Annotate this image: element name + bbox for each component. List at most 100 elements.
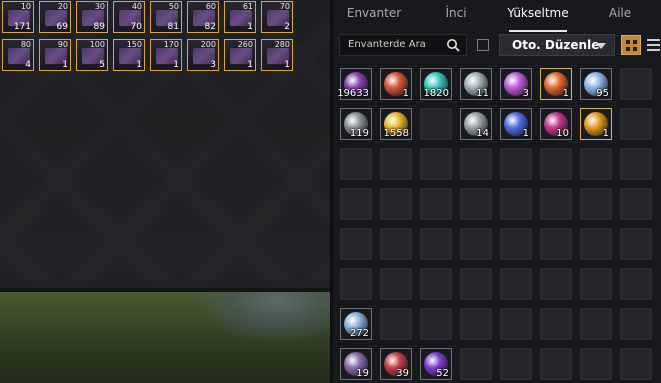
inventory-slot-empty[interactable]	[620, 268, 652, 300]
slot-count: 1	[62, 60, 68, 70]
inventory-slot-empty[interactable]	[420, 268, 452, 300]
inventory-slot-empty[interactable]	[420, 188, 452, 220]
inventory-slot-filled[interactable]: 14	[460, 108, 492, 140]
inventory-slot-filled[interactable]: 272	[340, 308, 372, 340]
inventory-slot-filled[interactable]: 1	[380, 68, 412, 100]
inventory-slot-filled[interactable]: 19	[340, 348, 372, 380]
list-view-button[interactable]	[644, 35, 661, 55]
equipment-slot[interactable]: 30 89	[76, 1, 108, 33]
equipment-slot[interactable]: 70 2	[261, 1, 293, 33]
equipment-slot[interactable]: 170 1	[150, 39, 182, 71]
inventory-slot-empty[interactable]	[340, 228, 372, 260]
tab-inci[interactable]: İnci	[415, 0, 497, 30]
equipment-slot[interactable]: 150 1	[113, 39, 145, 71]
inventory-slot-filled[interactable]: 1820	[420, 68, 452, 100]
inventory-slot-filled[interactable]: 1558	[380, 108, 412, 140]
inventory-slot-empty[interactable]	[540, 308, 572, 340]
item-count: 11	[476, 88, 489, 99]
inventory-slot-empty[interactable]	[500, 228, 532, 260]
inventory-slot-empty[interactable]	[500, 308, 532, 340]
grid-view-button[interactable]	[621, 35, 641, 55]
inventory-slot-filled[interactable]: 95	[580, 68, 612, 100]
inventory-slot-empty[interactable]	[460, 148, 492, 180]
tab-yukseltme[interactable]: Yükseltme	[497, 0, 579, 32]
inventory-slot-empty[interactable]	[500, 268, 532, 300]
inventory-slot-empty[interactable]	[460, 188, 492, 220]
inventory-slot-filled[interactable]: 1	[540, 68, 572, 100]
inventory-slot-empty[interactable]	[540, 348, 572, 380]
inventory-slot-empty[interactable]	[340, 188, 372, 220]
inventory-slot-empty[interactable]	[460, 228, 492, 260]
inventory-slot-empty[interactable]	[620, 108, 652, 140]
equipment-slot[interactable]: 61 1	[224, 1, 256, 33]
inventory-slot-empty[interactable]	[500, 348, 532, 380]
slot-level: 20	[57, 2, 68, 11]
search-input[interactable]: Envanterde Ara	[339, 34, 467, 56]
inventory-slot-empty[interactable]	[380, 268, 412, 300]
inventory-slot-empty[interactable]	[620, 68, 652, 100]
auto-sort-dropdown[interactable]: Oto. Düzenle	[499, 34, 615, 56]
inventory-slot-empty[interactable]	[540, 148, 572, 180]
inventory-slot-empty[interactable]	[620, 188, 652, 220]
equipment-slot[interactable]: 40 70	[113, 1, 145, 33]
inventory-slot-empty[interactable]	[580, 228, 612, 260]
inventory-slot-empty[interactable]	[580, 308, 612, 340]
filter-checkbox[interactable]	[477, 39, 489, 51]
equipment-slot[interactable]: 280 1	[261, 39, 293, 71]
inventory-slot-empty[interactable]	[620, 348, 652, 380]
equipment-slot[interactable]: 60 82	[187, 1, 219, 33]
slot-count: 5	[99, 60, 105, 70]
inventory-slot-empty[interactable]	[460, 308, 492, 340]
slot-level: 170	[163, 40, 179, 49]
inventory-slot-empty[interactable]	[460, 268, 492, 300]
inventory-slot-empty[interactable]	[460, 348, 492, 380]
item-count: 1	[602, 128, 609, 139]
equipment-slot[interactable]: 20 69	[39, 1, 71, 33]
inventory-slot-filled[interactable]: 119	[340, 108, 372, 140]
equipment-slot[interactable]: 80 4	[2, 39, 34, 71]
inventory-slot-empty[interactable]	[420, 228, 452, 260]
inventory-slot-empty[interactable]	[420, 108, 452, 140]
inventory-slot-empty[interactable]	[580, 188, 612, 220]
inventory-slot-filled[interactable]: 52	[420, 348, 452, 380]
equipment-slot[interactable]: 200 3	[187, 39, 219, 71]
inventory-slot-empty[interactable]	[620, 148, 652, 180]
inventory-slot-filled[interactable]: 39	[380, 348, 412, 380]
inventory-slot-empty[interactable]	[380, 228, 412, 260]
inventory-slot-empty[interactable]	[380, 308, 412, 340]
inventory-slot-empty[interactable]	[580, 148, 612, 180]
inventory-slot-empty[interactable]	[340, 268, 372, 300]
inventory-slot-filled[interactable]: 10	[540, 108, 572, 140]
search-icon[interactable]	[446, 38, 460, 52]
inventory-slot-filled[interactable]: 3	[500, 68, 532, 100]
inventory-slot-empty[interactable]	[420, 308, 452, 340]
equipment-slot[interactable]: 50 81	[150, 1, 182, 33]
slot-count: 69	[56, 22, 68, 32]
equipment-item-grid: 10 171 20 69 30 89 40 70 50 81 60 82 61 1 70 2 80 4 90 1 100…	[2, 1, 312, 77]
inventory-slot-empty[interactable]	[500, 148, 532, 180]
inventory-slot-empty[interactable]	[620, 228, 652, 260]
item-count: 39	[396, 368, 409, 379]
equipment-slot[interactable]: 260 1	[224, 39, 256, 71]
inventory-slot-empty[interactable]	[580, 268, 612, 300]
inventory-slot-empty[interactable]	[380, 148, 412, 180]
inventory-slot-empty[interactable]	[420, 148, 452, 180]
equipment-slot[interactable]: 100 5	[76, 39, 108, 71]
inventory-slot-filled[interactable]: 1	[580, 108, 612, 140]
inventory-slot-empty[interactable]	[580, 348, 612, 380]
inventory-slot-filled[interactable]: 19633	[337, 68, 372, 100]
inventory-slot-empty[interactable]	[540, 228, 572, 260]
equipment-slot[interactable]: 10 171	[2, 1, 34, 33]
inventory-slot-empty[interactable]	[380, 188, 412, 220]
equipment-slot[interactable]: 90 1	[39, 39, 71, 71]
inventory-slot-empty[interactable]	[500, 188, 532, 220]
inventory-slot-empty[interactable]	[620, 308, 652, 340]
tab-envanter[interactable]: Envanter	[333, 0, 415, 30]
inventory-slot-filled[interactable]: 1	[500, 108, 532, 140]
tab-aile[interactable]: Aile	[579, 0, 661, 30]
inventory-slot-empty[interactable]	[340, 148, 372, 180]
inventory-slot-empty[interactable]	[540, 268, 572, 300]
inventory-slot-filled[interactable]: 11	[460, 68, 492, 100]
inventory-slot-empty[interactable]	[540, 188, 572, 220]
slot-count: 70	[130, 22, 142, 32]
